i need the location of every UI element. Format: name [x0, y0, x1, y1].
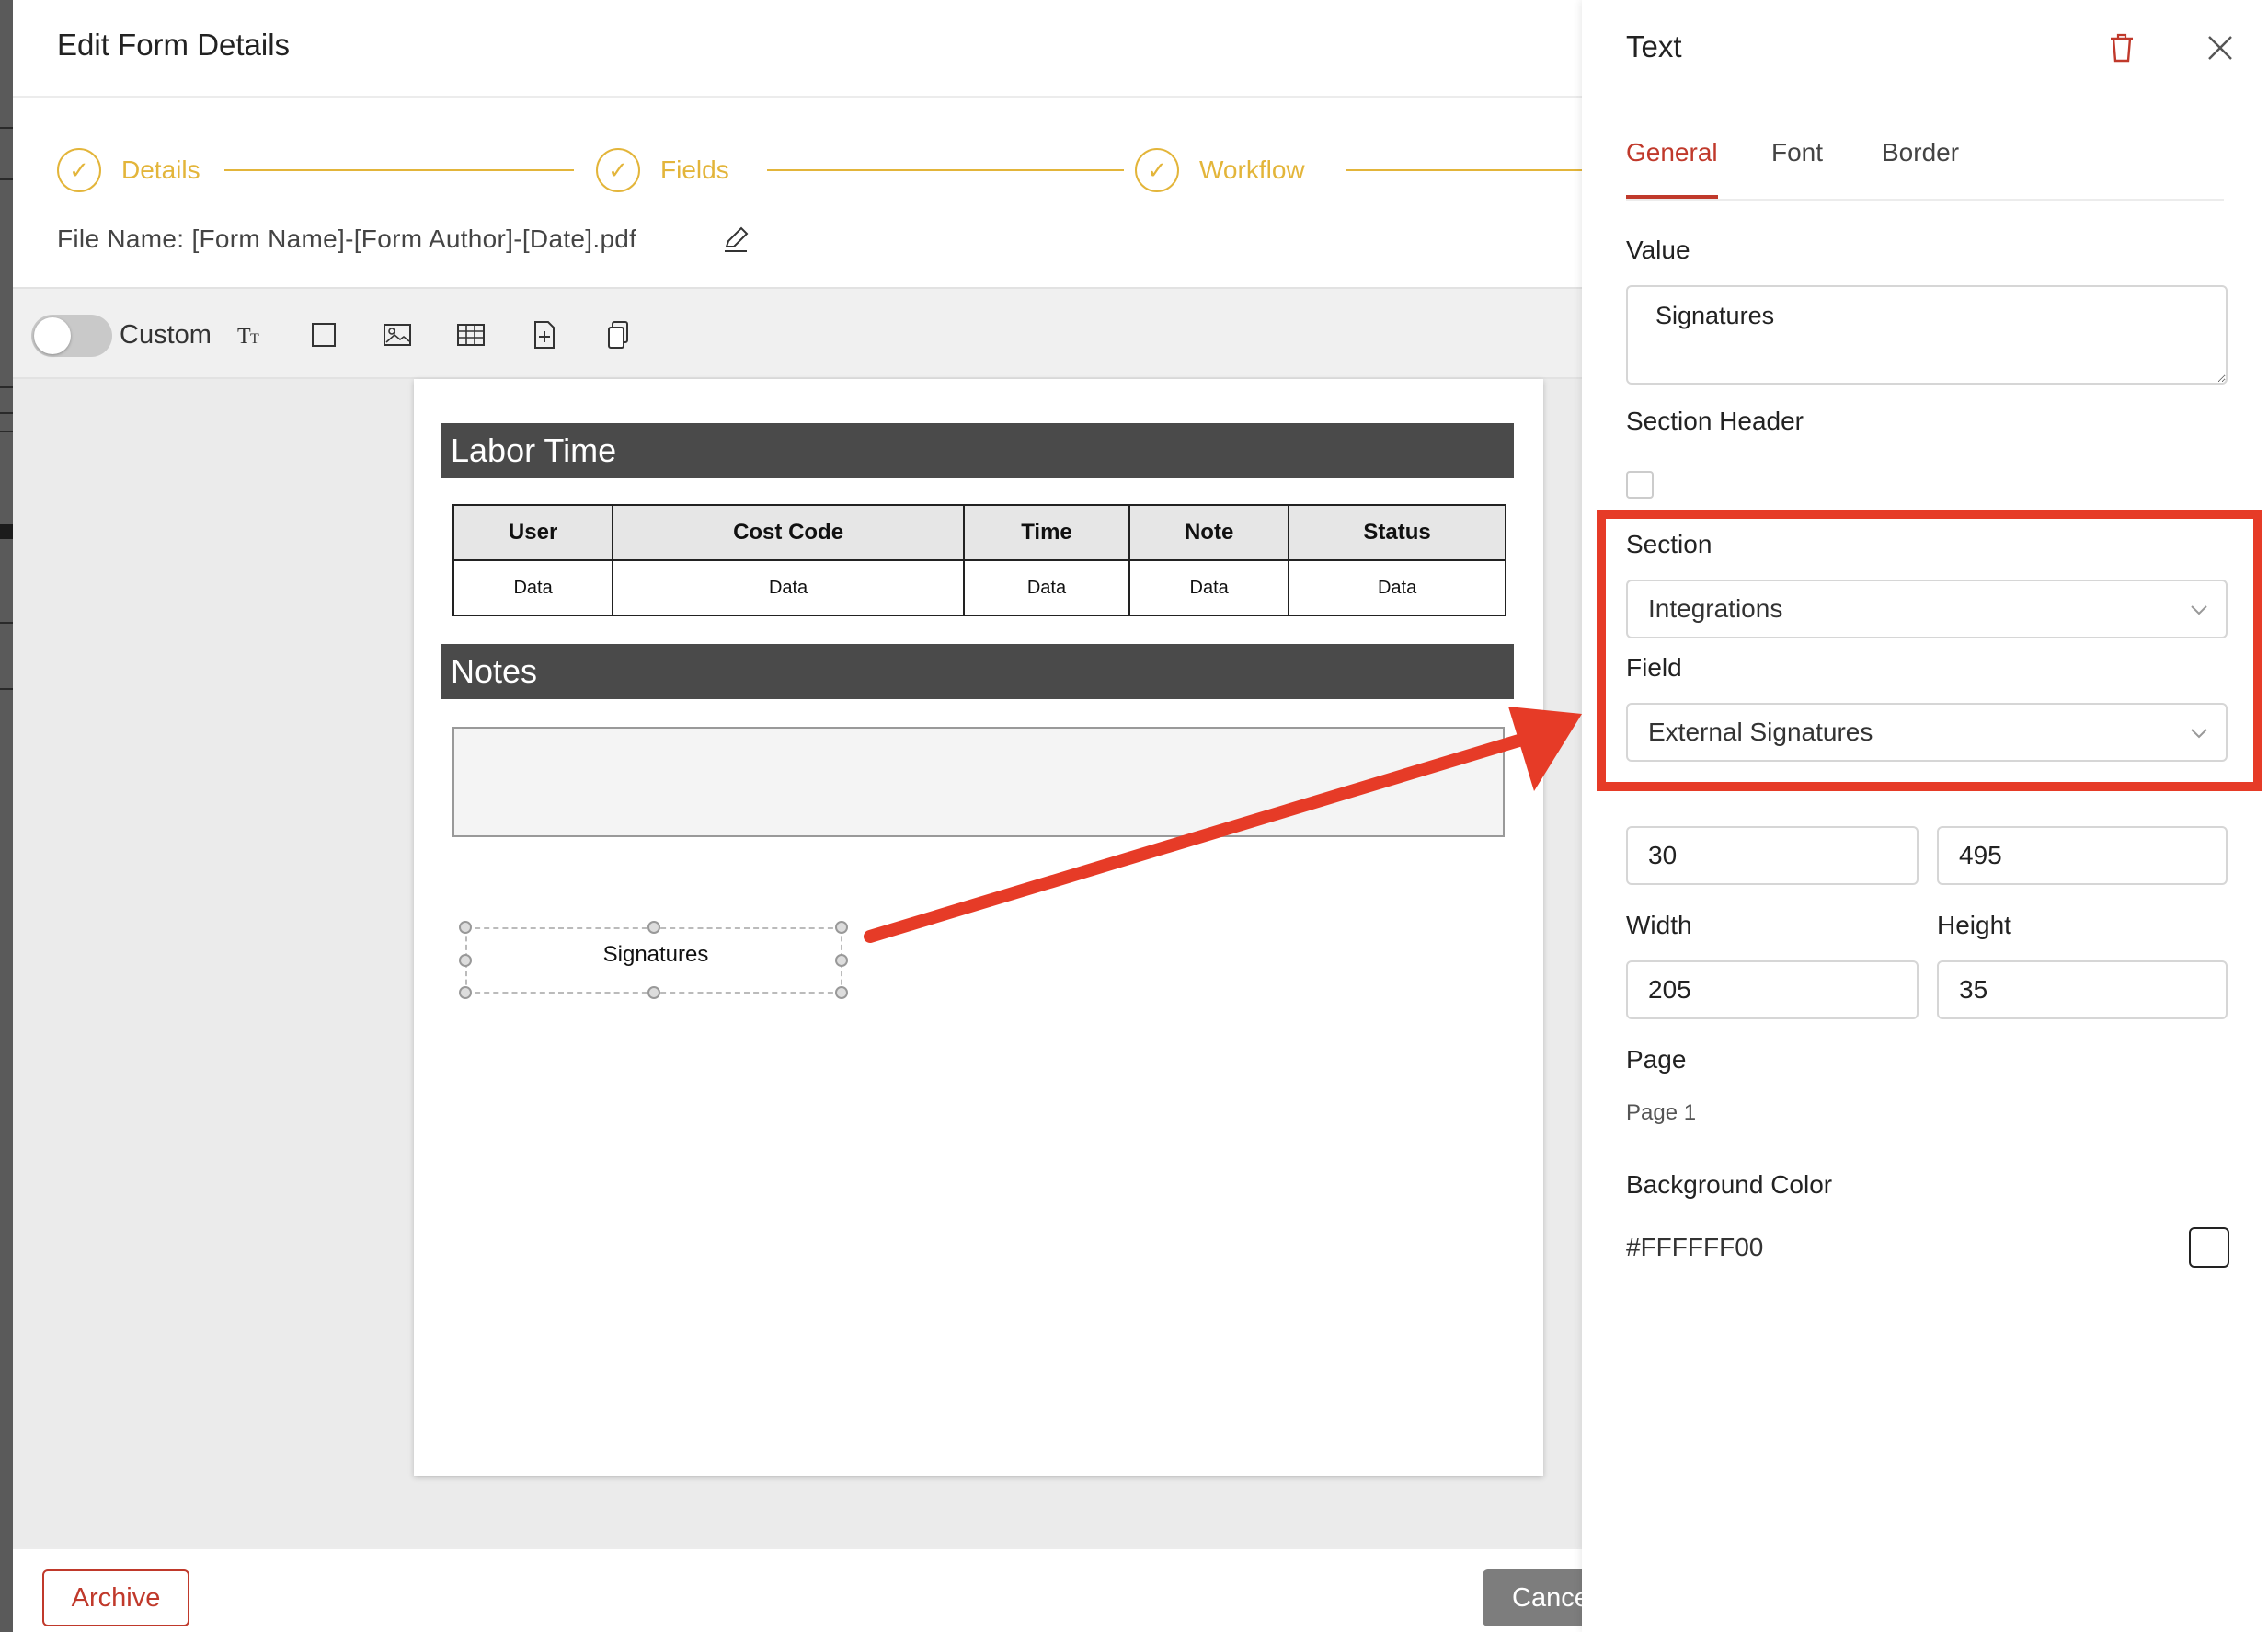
archive-button[interactable]: Archive: [42, 1569, 189, 1626]
table-header: Status: [1288, 504, 1506, 561]
tab-general[interactable]: General: [1626, 138, 1718, 199]
resize-handle[interactable]: [835, 921, 848, 934]
panel-title: Text: [1626, 29, 1682, 63]
modal-header: Edit Form Details: [13, 0, 1582, 98]
properties-panel: Text General Font Border Value Signature…: [1582, 0, 2268, 1632]
svg-text:T: T: [250, 331, 259, 347]
panel-tabs: General Font Border: [1626, 138, 2224, 201]
tab-border[interactable]: Border: [1882, 138, 1959, 199]
step-workflow-label: Workflow: [1199, 155, 1305, 184]
step-fields-label: Fields: [660, 155, 729, 184]
resize-handle[interactable]: [835, 954, 848, 967]
y-input[interactable]: 495: [1937, 826, 2228, 885]
step-fields[interactable]: ✓ Fields: [596, 147, 729, 193]
edit-form-modal: Edit Form Details ✓ Details ✓ Fields ✓ W…: [13, 0, 1630, 1632]
text-tool-icon[interactable]: TT: [230, 315, 270, 355]
step-connector: [767, 169, 1124, 171]
table-row: Data Data Data Data Data: [452, 559, 1506, 616]
rectangle-tool-icon[interactable]: [304, 315, 344, 355]
form-page[interactable]: Labor Time User Cost Code Time Note Stat…: [414, 379, 1543, 1476]
section-header-labor-time[interactable]: Labor Time: [441, 423, 1514, 478]
table-cell: Data: [1128, 559, 1290, 616]
table-tool-icon[interactable]: [451, 315, 491, 355]
custom-toggle[interactable]: [31, 315, 112, 357]
value-label: Value: [1626, 236, 1690, 264]
resize-handle[interactable]: [647, 986, 660, 999]
table-cell: Data: [1288, 559, 1506, 616]
section-header-label: Section Header: [1626, 407, 1804, 435]
table-header: Time: [962, 504, 1131, 561]
background-color-value: #FFFFFF00: [1626, 1233, 1764, 1261]
check-icon: ✓: [1135, 148, 1179, 192]
designer-toolbar: Custom TT: [13, 287, 1582, 379]
modal-footer: Archive Cance: [13, 1547, 1630, 1632]
file-name-text: File Name: [Form Name]-[Form Author]-[Da…: [57, 224, 637, 253]
table-cell: Data: [612, 559, 965, 616]
table-header: User: [452, 504, 614, 561]
page-value: Page 1: [1626, 1100, 1697, 1125]
table-header: Cost Code: [612, 504, 965, 561]
image-tool-icon[interactable]: [377, 315, 418, 355]
step-details-label: Details: [121, 155, 200, 184]
progress-stepper: ✓ Details ✓ Fields ✓ Workflow: [57, 147, 1586, 193]
width-label: Width: [1626, 911, 1692, 939]
color-swatch[interactable]: [2189, 1227, 2229, 1268]
table-header: Note: [1128, 504, 1290, 561]
notes-field-box[interactable]: [452, 727, 1505, 837]
left-window-strip: [0, 0, 13, 1632]
copy-page-icon[interactable]: [598, 315, 638, 355]
table-cell: Data: [962, 559, 1131, 616]
modal-title: Edit Form Details: [57, 28, 291, 62]
check-icon: ✓: [596, 148, 640, 192]
signatures-text-element[interactable]: Signatures: [459, 921, 848, 999]
trash-icon[interactable]: [2106, 31, 2137, 64]
svg-text:T: T: [237, 325, 251, 349]
signatures-text: Signatures: [602, 942, 709, 967]
page-label: Page: [1626, 1045, 1687, 1074]
resize-handle[interactable]: [459, 921, 472, 934]
tab-font[interactable]: Font: [1771, 138, 1823, 199]
step-workflow[interactable]: ✓ Workflow: [1135, 147, 1305, 193]
resize-handle[interactable]: [459, 986, 472, 999]
resize-handle[interactable]: [835, 986, 848, 999]
resize-handle[interactable]: [459, 954, 472, 967]
canvas-area: Labor Time User Cost Code Time Note Stat…: [13, 379, 1582, 1547]
section-header-checkbox[interactable]: [1626, 471, 1654, 499]
step-connector: [224, 169, 574, 171]
resize-handle[interactable]: [647, 921, 660, 934]
edit-pencil-icon[interactable]: [719, 223, 752, 256]
height-label: Height: [1937, 911, 2011, 939]
toggle-knob: [34, 317, 71, 354]
height-input[interactable]: 35: [1937, 960, 2228, 1019]
step-connector: [1346, 169, 1586, 171]
background-color-label: Background Color: [1626, 1170, 1833, 1199]
section-header-notes[interactable]: Notes: [441, 644, 1514, 699]
x-input[interactable]: 30: [1626, 826, 1919, 885]
value-textarea[interactable]: Signatures: [1626, 285, 2228, 385]
close-icon[interactable]: [2204, 31, 2237, 64]
table-cell: Data: [452, 559, 614, 616]
check-icon: ✓: [57, 148, 101, 192]
add-page-icon[interactable]: [524, 315, 565, 355]
annotation-highlight-box: [1597, 510, 2262, 791]
custom-toggle-label: Custom: [120, 320, 212, 350]
step-details[interactable]: ✓ Details: [57, 147, 200, 193]
labor-time-table[interactable]: User Cost Code Time Note Status Data Dat…: [452, 504, 1506, 616]
width-input[interactable]: 205: [1626, 960, 1919, 1019]
